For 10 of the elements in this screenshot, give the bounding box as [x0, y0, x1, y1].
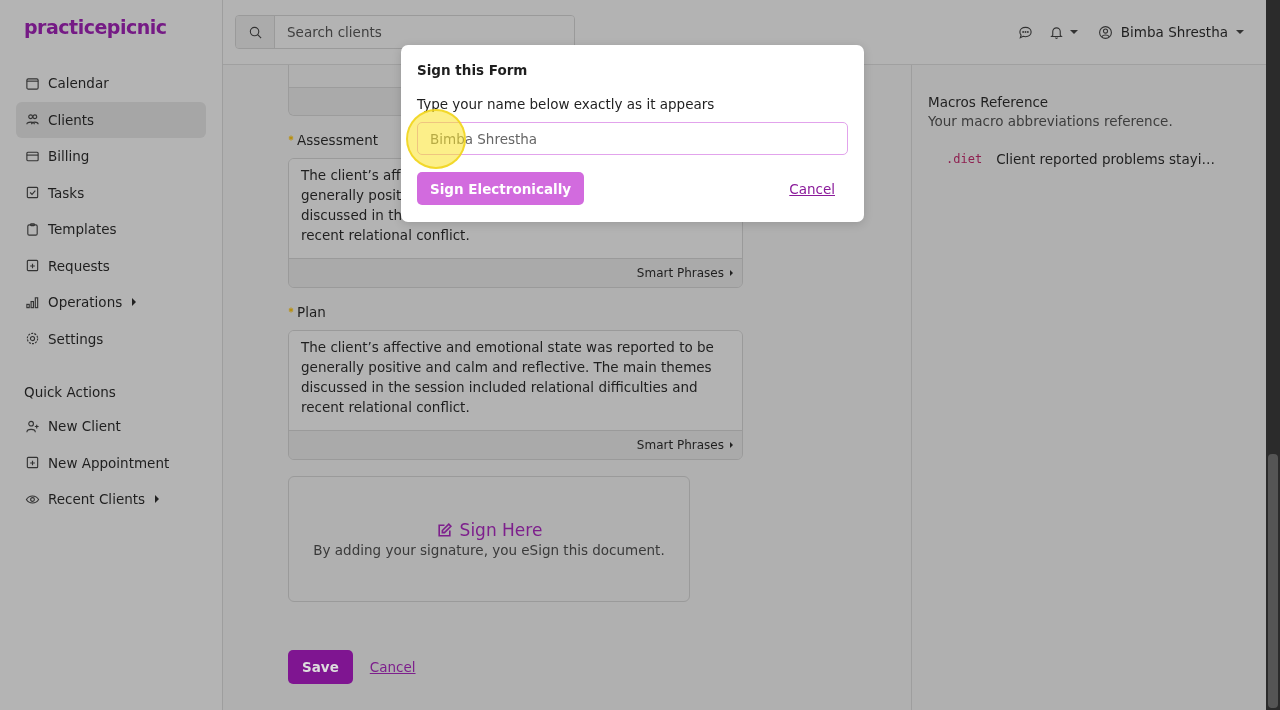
macro-text: Client reported problems stayi… [996, 151, 1215, 167]
panel-title: Macros Reference [928, 94, 1050, 110]
panel-subtitle: Your macro abbreviations reference. [928, 113, 1174, 129]
dialog-instruction: Type your name below exactly as it appears [417, 96, 715, 112]
dialog-title: Sign this Form [417, 62, 528, 78]
macro-code: .diet [946, 152, 983, 166]
field-label: Plan [297, 304, 326, 320]
section-title: Quick Actions [24, 384, 117, 400]
field-label: Assessment [297, 132, 378, 148]
signature-note: By adding your signature, you eSign this document. [313, 542, 665, 558]
